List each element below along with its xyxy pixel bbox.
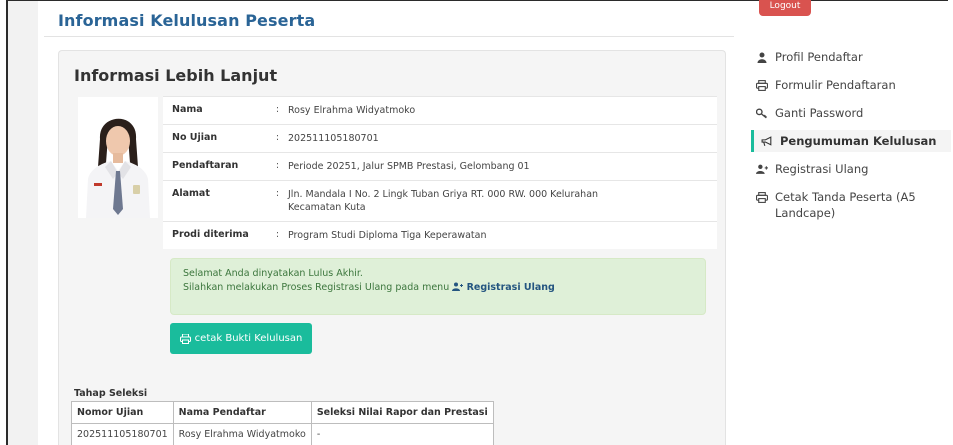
- cetak-button-label: cetak Bukti Kelulusan: [194, 333, 303, 344]
- menu-item-ganti-password[interactable]: Ganti Password: [751, 102, 951, 124]
- info-separator: :: [275, 160, 280, 171]
- table-header-row: Nomor Ujian Nama Pendaftar Seleksi Nilai…: [71, 401, 494, 424]
- success-alert: Selamat Anda dinyatakan Lulus Akhir. Sil…: [170, 258, 706, 315]
- column-header: Seleksi Nilai Rapor dan Prestasi: [310, 401, 494, 424]
- info-label: Alamat: [172, 188, 210, 199]
- info-label: No Ujian: [172, 132, 218, 143]
- menu-item-label: Formulir Pendaftaran: [775, 78, 896, 92]
- table-cell: 202511105180701: [71, 423, 174, 445]
- info-label: Prodi diterima: [172, 229, 249, 240]
- info-label: Pendaftaran: [172, 160, 239, 171]
- menu-item-label: Cetak Tanda Peserta (A5 Landcape): [775, 190, 916, 220]
- applicant-photo: [78, 97, 158, 218]
- tahap-seleksi-label: Tahap Seleksi: [74, 388, 148, 399]
- logout-button[interactable]: Logout: [759, 0, 811, 16]
- info-value: Periode 20251, Jalur SPMB Prestasi, Gelo…: [288, 161, 530, 172]
- info-value: Program Studi Diploma Tiga Keperawatan: [288, 230, 487, 241]
- panel-title: Informasi Lebih Lanjut: [74, 66, 278, 85]
- info-row-no-ujian: No Ujian : 202511105180701: [163, 124, 717, 152]
- menu-item-pengumuman-kelulusan[interactable]: Pengumuman Kelulusan: [751, 130, 951, 152]
- column-header: Nama Pendaftar: [172, 401, 312, 424]
- left-gutter: [8, 1, 38, 445]
- column-header: Nomor Ujian: [71, 401, 174, 424]
- info-table: Nama : Rosy Elrahma Widyatmoko No Ujian …: [163, 96, 717, 249]
- registrasi-ulang-link-label: Registrasi Ulang: [466, 282, 555, 293]
- user-plus-icon: [756, 161, 768, 177]
- printer-icon: [179, 333, 191, 344]
- printer-icon: [756, 189, 768, 205]
- table-cell: Rosy Elrahma Widyatmoko: [172, 423, 312, 445]
- menu-item-label: Profil Pendaftar: [775, 50, 863, 64]
- menu-item-label: Registrasi Ulang: [775, 162, 869, 176]
- key-icon: [756, 105, 768, 121]
- alert-text: Silahkan melakukan Proses Registrasi Ula…: [183, 282, 450, 293]
- menu-item-cetak-tanda-peserta[interactable]: Cetak Tanda Peserta (A5 Landcape): [751, 186, 951, 224]
- user-icon: [756, 49, 768, 65]
- menu-item-label: Pengumuman Kelulusan: [780, 134, 937, 148]
- table-cell: -: [310, 423, 494, 445]
- registrasi-ulang-link[interactable]: Registrasi Ulang: [452, 282, 555, 293]
- info-separator: :: [275, 132, 280, 143]
- alert-line-2: Silahkan melakukan Proses Registrasi Ula…: [183, 281, 693, 295]
- info-row-nama: Nama : Rosy Elrahma Widyatmoko: [163, 96, 717, 124]
- info-separator: :: [275, 104, 280, 115]
- title-divider: [44, 36, 734, 37]
- table-row: 202511105180701 Rosy Elrahma Widyatmoko …: [71, 423, 494, 445]
- cetak-bukti-kelulusan-button[interactable]: cetak Bukti Kelulusan: [170, 323, 312, 354]
- info-separator: :: [275, 188, 280, 199]
- info-row-prodi: Prodi diterima : Program Studi Diploma T…: [163, 221, 717, 249]
- tahap-seleksi-table: Nomor Ujian Nama Pendaftar Seleksi Nilai…: [71, 401, 494, 445]
- side-menu: Profil Pendaftar Formulir Pendaftaran Ga…: [751, 46, 951, 230]
- alert-line-1: Selamat Anda dinyatakan Lulus Akhir.: [183, 268, 363, 279]
- menu-item-formulir-pendaftaran[interactable]: Formulir Pendaftaran: [751, 74, 951, 96]
- info-value: 202511105180701: [288, 133, 379, 144]
- printer-icon: [756, 77, 768, 93]
- info-value: Rosy Elrahma Widyatmoko: [288, 105, 416, 116]
- menu-item-registrasi-ulang[interactable]: Registrasi Ulang: [751, 158, 951, 180]
- menu-item-label: Ganti Password: [775, 106, 864, 120]
- page-title: Informasi Kelulusan Peserta: [58, 11, 316, 30]
- bullhorn-icon: [761, 133, 773, 149]
- info-separator: :: [275, 229, 280, 240]
- info-panel: Informasi Lebih Lanjut Nama : Rosy Elrah…: [58, 50, 726, 445]
- info-label: Nama: [172, 104, 203, 115]
- info-row-alamat: Alamat : Jln. Mandala I No. 2 Lingk Tuba…: [163, 180, 717, 221]
- info-value: Jln. Mandala I No. 2 Lingk Tuban Griya R…: [288, 189, 599, 213]
- info-row-pendaftaran: Pendaftaran : Periode 20251, Jalur SPMB …: [163, 152, 717, 180]
- user-plus-icon: [452, 282, 464, 291]
- menu-item-profil-pendaftar[interactable]: Profil Pendaftar: [751, 46, 951, 68]
